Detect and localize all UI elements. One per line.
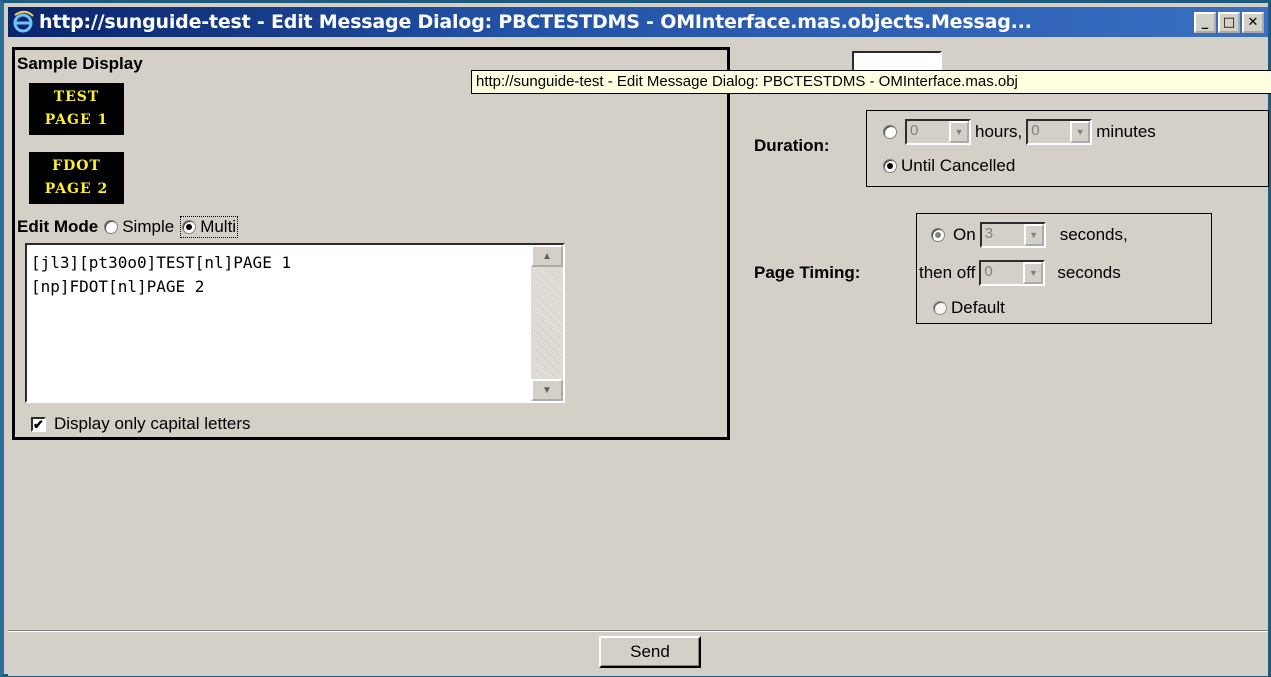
dialog-window: http://sunguide-test - Edit Message Dial… [0, 0, 1271, 677]
minutes-value: 0 [1031, 122, 1040, 139]
chevron-down-icon[interactable]: ▼ [1023, 262, 1044, 284]
off-seconds-select[interactable]: 0 ▼ [979, 260, 1046, 286]
message-line: [jl3][pt30o0]TEST[nl]PAGE 1 [31, 253, 292, 272]
default-label[interactable]: Default [951, 298, 1005, 318]
minimize-button[interactable]: _ [1194, 11, 1216, 33]
until-cancelled-row[interactable]: Until Cancelled [883, 156, 1015, 176]
maximize-button[interactable]: □ [1218, 11, 1240, 33]
on-seconds-select[interactable]: 3 ▼ [979, 222, 1046, 248]
capital-letters-label[interactable]: Display only capital letters [54, 414, 251, 434]
scroll-up-icon[interactable]: ▲ [531, 245, 563, 267]
message-text[interactable]: [jl3][pt30o0]TEST[nl]PAGE 1 [np]FDOT[nl]P… [31, 251, 523, 299]
page-timing-label: Page Timing: [754, 263, 861, 282]
hours-value: 0 [910, 122, 919, 139]
duration-time-row: 0 ▼ hours, 0 ▼ minutes [883, 119, 1156, 145]
edit-mode-simple-radio[interactable] [104, 220, 119, 234]
hours-select[interactable]: 0 ▼ [905, 119, 971, 145]
until-cancelled-label[interactable]: Until Cancelled [901, 156, 1015, 176]
minutes-label: minutes [1096, 122, 1156, 141]
on-seconds-value: 3 [984, 225, 994, 242]
until-cancelled-radio[interactable] [883, 159, 897, 173]
on-label: On [953, 225, 976, 244]
capital-letters-checkbox[interactable]: ✔ [31, 416, 46, 432]
internet-explorer-icon [13, 10, 34, 33]
sample-sign-page-1: TEST PAGE 1 [29, 83, 124, 135]
window-title: http://sunguide-test - Edit Message Dial… [39, 11, 1032, 33]
page-timing-on-radio[interactable] [931, 228, 945, 242]
seconds-label: seconds [1057, 263, 1121, 282]
duration-group: 0 ▼ hours, 0 ▼ minutes Until Cancelled [866, 110, 1269, 187]
edit-mode-simple-label[interactable]: Simple [122, 217, 174, 237]
textarea-scrollbar[interactable]: ▲ ▼ [531, 245, 563, 401]
chevron-down-icon[interactable]: ▼ [949, 121, 969, 143]
sign-line: PAGE 2 [44, 181, 109, 197]
minutes-select[interactable]: 0 ▼ [1026, 119, 1093, 145]
dialog-client-area: Sample Display TEST PAGE 1 FDOT PAGE 2 E… [8, 39, 1271, 676]
sample-sign-page-2: FDOT PAGE 2 [29, 152, 124, 204]
message-line: [np]FDOT[nl]PAGE 2 [31, 277, 205, 296]
capital-letters-option[interactable]: ✔ Display only capital letters [31, 414, 251, 434]
edit-mode-multi-label[interactable]: Multi [200, 217, 236, 237]
footer-divider [8, 630, 1268, 632]
close-button[interactable]: ✕ [1242, 11, 1264, 33]
sign-line: TEST [53, 89, 100, 105]
scroll-down-icon[interactable]: ▼ [531, 379, 563, 401]
page-timing-default-radio[interactable] [933, 301, 947, 315]
message-edit-panel: Sample Display TEST PAGE 1 FDOT PAGE 2 E… [12, 47, 730, 440]
page-timing-off-row: then off 0 ▼ seconds [919, 260, 1121, 286]
title-tooltip: http://sunguide-test - Edit Message Dial… [471, 70, 1271, 94]
duration-label: Duration: [754, 136, 830, 155]
duration-time-radio[interactable] [883, 125, 897, 139]
edit-mode-label: Edit Mode [17, 217, 99, 236]
off-seconds-value: 0 [984, 263, 993, 280]
multi-message-textarea[interactable]: [jl3][pt30o0]TEST[nl]PAGE 1 [np]FDOT[nl]P… [25, 243, 565, 403]
page-timing-on-row: On 3 ▼ seconds, [931, 222, 1128, 248]
seconds-label: seconds, [1059, 225, 1128, 244]
edit-mode-multi-option[interactable]: Multi [180, 216, 239, 238]
page-timing-group: On 3 ▼ seconds, then off 0 ▼ seconds Def… [916, 213, 1212, 324]
hours-label: hours, [975, 122, 1023, 141]
send-button[interactable]: Send [599, 636, 701, 668]
sample-display-label: Sample Display [17, 54, 143, 73]
sign-line: FDOT [52, 158, 101, 174]
edit-mode-row: Edit Mode Simple Multi [17, 216, 239, 238]
page-timing-default-row[interactable]: Default [933, 298, 1005, 318]
then-off-label: then off [919, 263, 976, 282]
chevron-down-icon[interactable]: ▼ [1023, 224, 1044, 246]
sign-line: PAGE 1 [44, 112, 109, 128]
title-bar[interactable]: http://sunguide-test - Edit Message Dial… [8, 7, 1268, 37]
chevron-down-icon[interactable]: ▼ [1070, 121, 1091, 143]
edit-mode-multi-radio[interactable] [182, 220, 197, 234]
